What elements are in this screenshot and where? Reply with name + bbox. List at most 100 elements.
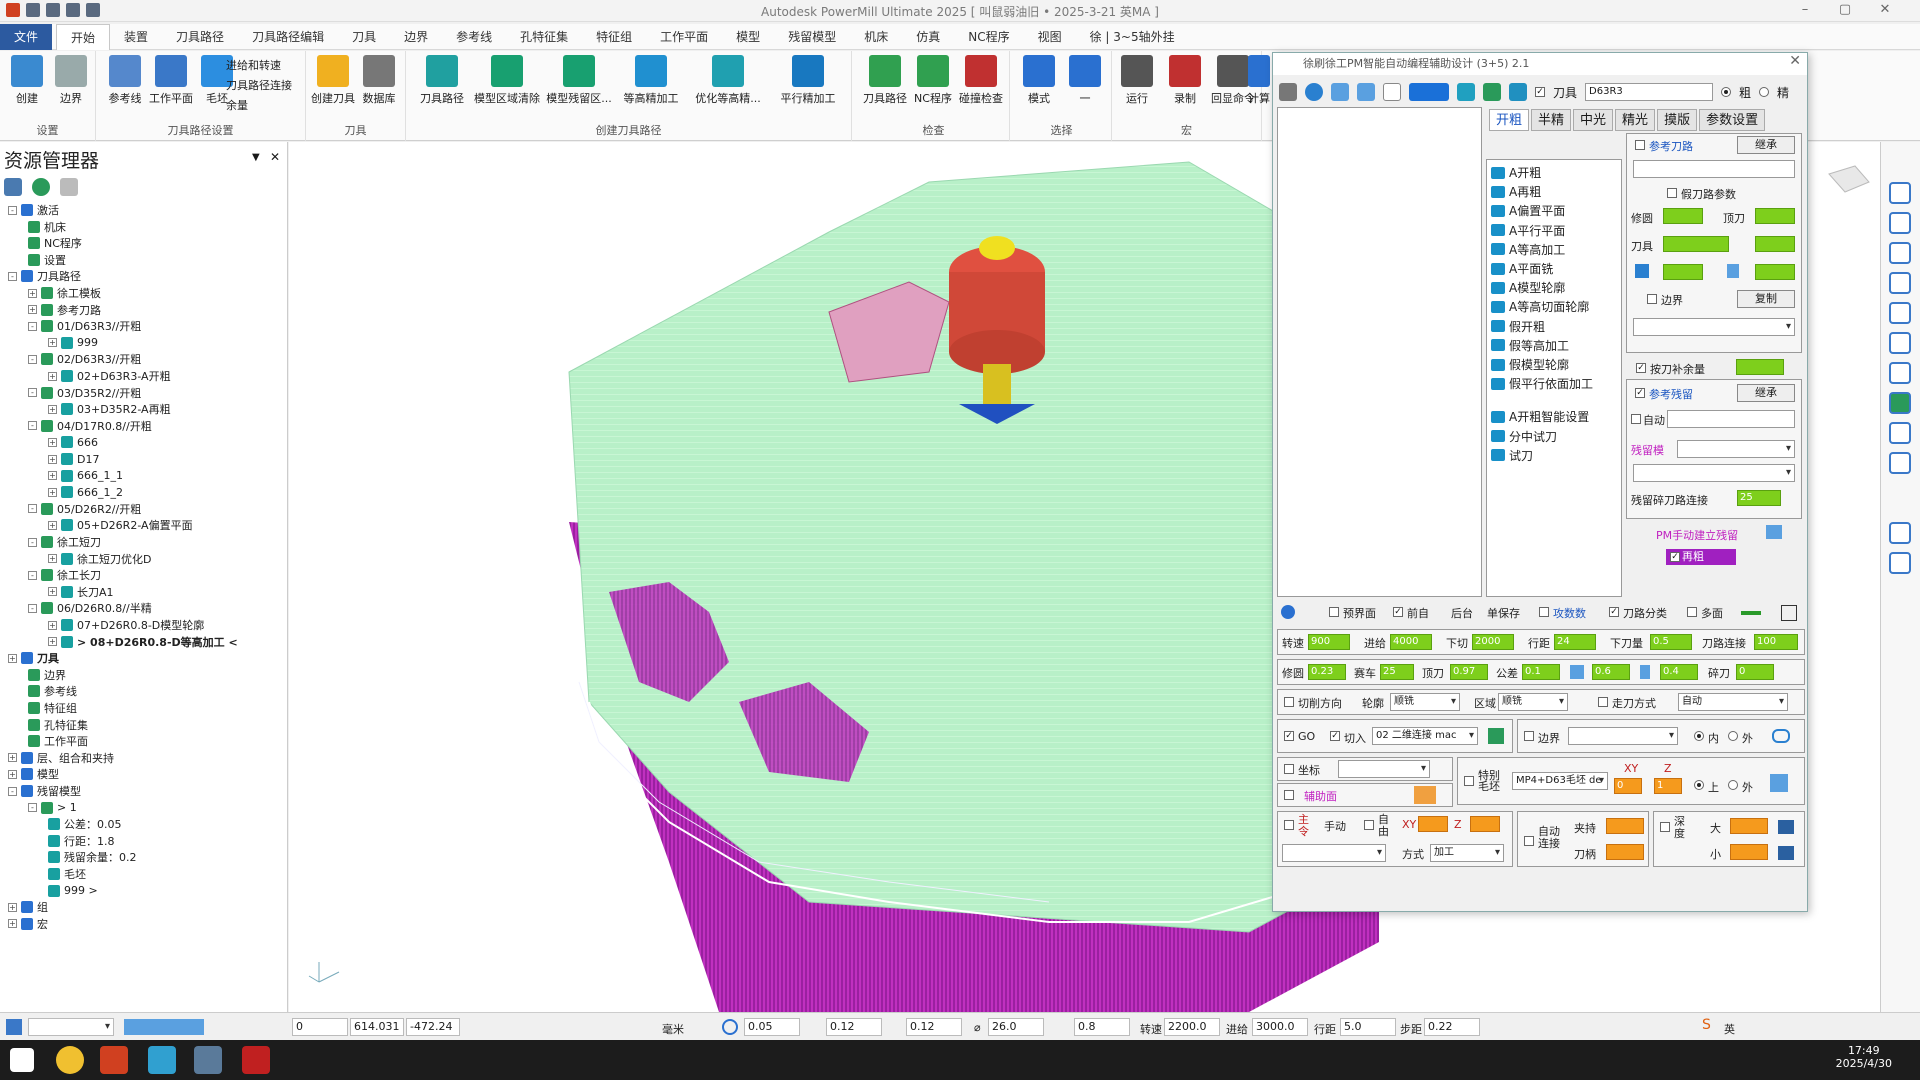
expand-toggle-icon[interactable]: + bbox=[28, 305, 37, 315]
edge-checkbox[interactable] bbox=[1524, 731, 1534, 741]
operation-item[interactable]: 假开粗 bbox=[1491, 318, 1545, 335]
finish-radio[interactable] bbox=[1759, 87, 1770, 97]
z-field[interactable]: 1 bbox=[1654, 778, 1682, 794]
expand-toggle-icon[interactable]: + bbox=[48, 587, 57, 597]
inherit-button[interactable]: 继承 bbox=[1737, 136, 1795, 154]
rpm-field[interactable]: 2200.0 bbox=[1164, 1018, 1220, 1036]
tool-checkbox[interactable]: ✓ bbox=[1535, 87, 1545, 97]
expand-toggle-icon[interactable]: - bbox=[8, 205, 17, 215]
search-icon[interactable] bbox=[1279, 83, 1297, 101]
expand-toggle-icon[interactable]: + bbox=[48, 371, 57, 381]
expand-toggle-icon[interactable]: + bbox=[8, 769, 17, 779]
tip2-field[interactable]: 0.97 bbox=[1450, 664, 1488, 680]
copy-button[interactable]: 复制 bbox=[1737, 290, 1795, 308]
expand-toggle-icon[interactable]: + bbox=[48, 454, 57, 464]
special-checkbox[interactable] bbox=[1464, 776, 1474, 786]
tab-pattern[interactable]: 参考线 bbox=[442, 24, 506, 50]
plunge-field[interactable]: 2000 bbox=[1472, 634, 1514, 650]
aux-checkbox[interactable] bbox=[1284, 790, 1294, 800]
tool-field[interactable]: D63R3 bbox=[1585, 83, 1714, 101]
tab-finish[interactable]: 精光 bbox=[1615, 109, 1656, 131]
walk-select[interactable]: 自动 bbox=[1678, 693, 1788, 711]
tree-item[interactable]: 行距：1.8 bbox=[48, 833, 115, 849]
expand-toggle-icon[interactable]: - bbox=[28, 537, 37, 547]
tree-item[interactable]: +999 bbox=[48, 335, 98, 351]
expand-toggle-icon[interactable]: + bbox=[48, 554, 57, 564]
rem-model-select[interactable] bbox=[1677, 440, 1795, 458]
operation-item[interactable]: A开粗智能设置 bbox=[1491, 408, 1589, 425]
expand-toggle-icon[interactable]: + bbox=[28, 288, 37, 298]
coord-select[interactable] bbox=[1338, 760, 1430, 778]
tree-item[interactable]: + 徐工短刀优化D bbox=[48, 551, 151, 567]
profile-select[interactable]: 顺铣 bbox=[1390, 693, 1460, 711]
macro-run-button[interactable]: 运行 bbox=[1114, 55, 1160, 106]
tool-side-field-2[interactable] bbox=[1755, 236, 1795, 252]
expand-toggle-icon[interactable]: - bbox=[8, 786, 17, 796]
expand-toggle-icon[interactable]: + bbox=[48, 338, 57, 348]
toolpath-list[interactable] bbox=[1277, 107, 1482, 597]
app-tray-icon[interactable]: S bbox=[1702, 1017, 1711, 1033]
status-tool-icons[interactable] bbox=[124, 1019, 204, 1035]
tab-toolpath-edit[interactable]: 刀具路径编辑 bbox=[238, 24, 338, 50]
tab-file[interactable]: 文件 bbox=[0, 23, 53, 50]
tree-item[interactable]: NC程序 bbox=[28, 235, 82, 251]
operation-item[interactable]: 分中试刀 bbox=[1491, 428, 1557, 445]
feeds-speeds-button[interactable]: 进给和转速 bbox=[226, 57, 281, 73]
minimize-icon[interactable]: – bbox=[1790, 2, 1820, 17]
coord-x-field[interactable]: 0 bbox=[292, 1018, 348, 1036]
tab-settings[interactable]: 参数设置 bbox=[1699, 109, 1766, 131]
car-field[interactable]: 25 bbox=[1380, 664, 1414, 680]
skip-link-field[interactable]: 25 bbox=[1737, 490, 1781, 506]
link-icon[interactable] bbox=[1488, 728, 1504, 744]
outside-radio[interactable] bbox=[1728, 731, 1738, 741]
dialog-close-icon[interactable]: ✕ bbox=[1789, 53, 1801, 69]
stepover-field[interactable]: 24 bbox=[1554, 634, 1596, 650]
stock2-status-field[interactable]: 0.12 bbox=[906, 1018, 962, 1036]
stepdown-status-field[interactable]: 0.22 bbox=[1424, 1018, 1480, 1036]
depth-checkbox[interactable] bbox=[1660, 822, 1670, 832]
database-button[interactable]: 数据库 bbox=[356, 55, 402, 106]
edge-select[interactable] bbox=[1568, 727, 1678, 745]
photo-icon[interactable] bbox=[1483, 83, 1501, 101]
tab-semi[interactable]: 半精 bbox=[1531, 109, 1572, 131]
fake-param-checkbox[interactable] bbox=[1667, 188, 1677, 198]
create-tool-button[interactable]: 创建刀具 bbox=[310, 55, 356, 106]
auto-field[interactable] bbox=[1667, 410, 1795, 428]
tree-item[interactable]: 边界 bbox=[28, 667, 66, 683]
cut-dir-checkbox[interactable] bbox=[1284, 697, 1294, 707]
tab-tool[interactable]: 刀具 bbox=[338, 24, 390, 50]
auto-checkbox[interactable] bbox=[1631, 414, 1641, 424]
optimized-z-button[interactable]: 优化等高精... bbox=[688, 55, 768, 106]
tab-template[interactable]: 摸版 bbox=[1657, 109, 1698, 131]
expand-toggle-icon[interactable]: + bbox=[48, 520, 57, 530]
z7-field[interactable] bbox=[1470, 816, 1500, 832]
ref-path-checkbox[interactable] bbox=[1635, 140, 1645, 150]
tree-item[interactable]: - 01/D63R3//开粗 bbox=[28, 318, 141, 334]
expand-toggle-icon[interactable]: + bbox=[48, 487, 57, 497]
tree-item[interactable]: +666_1_1 bbox=[48, 468, 123, 484]
opt-checkbox-1[interactable]: ✓ bbox=[1393, 607, 1403, 617]
calculate-button[interactable]: 计算 bbox=[1244, 55, 1274, 106]
shade-icon[interactable] bbox=[1889, 392, 1911, 414]
operation-item[interactable]: A等高切面轮廓 bbox=[1491, 298, 1589, 315]
special-select[interactable]: MP4+D63毛坯 de bbox=[1512, 772, 1608, 790]
expand-toggle-icon[interactable]: + bbox=[48, 637, 57, 647]
tree-item[interactable]: + 徐工模板 bbox=[28, 285, 101, 301]
rotate-icon[interactable] bbox=[1889, 302, 1911, 324]
ime-label[interactable]: 英 bbox=[1724, 1021, 1735, 1037]
zoom-fit-icon[interactable] bbox=[1889, 272, 1911, 294]
app2-icon[interactable] bbox=[148, 1046, 176, 1074]
depth-top-icon[interactable] bbox=[1778, 820, 1794, 834]
powermill-icon[interactable] bbox=[100, 1046, 128, 1074]
tree-item[interactable]: - 02/D63R3//开粗 bbox=[28, 351, 141, 367]
in-feed-checkbox[interactable] bbox=[1284, 820, 1294, 830]
target-icon[interactable] bbox=[1305, 83, 1323, 101]
tree-item[interactable]: 参考线 bbox=[28, 683, 77, 699]
handle-field[interactable] bbox=[1606, 844, 1644, 860]
tab-plugin[interactable]: 徐 | 3~5轴外挂 bbox=[1076, 24, 1189, 50]
tree-item[interactable]: + 层、组合和夹持 bbox=[8, 750, 114, 766]
import-icon[interactable] bbox=[1331, 83, 1349, 101]
speed-field[interactable]: 900 bbox=[1308, 634, 1350, 650]
stock-status-field[interactable]: 0.12 bbox=[826, 1018, 882, 1036]
coord-checkbox[interactable] bbox=[1284, 764, 1294, 774]
